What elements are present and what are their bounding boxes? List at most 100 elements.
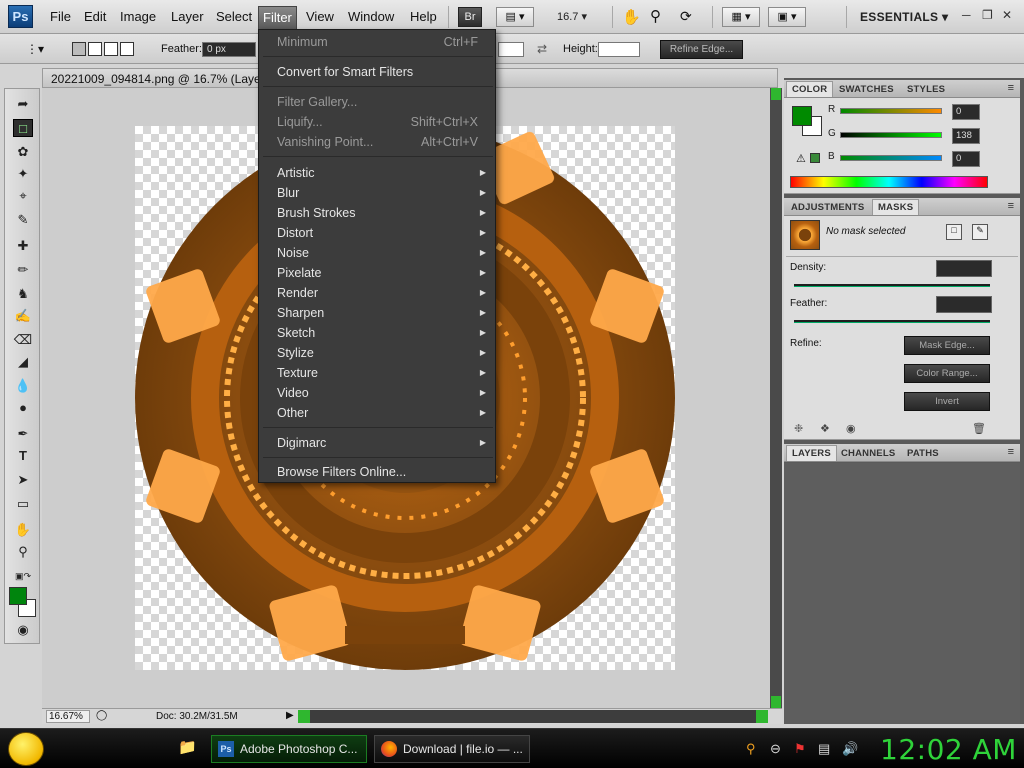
- refine-edge-button[interactable]: Refine Edge...: [660, 40, 743, 59]
- tab-color[interactable]: COLOR: [786, 81, 834, 97]
- tab-swatches[interactable]: SWATCHES: [834, 82, 899, 98]
- mask-edge-button[interactable]: Mask Edge...: [904, 336, 990, 355]
- zoom-tool-icon[interactable]: ⚲: [650, 7, 661, 25]
- blue-slider[interactable]: [840, 155, 942, 161]
- scroll-right-button[interactable]: [756, 710, 768, 723]
- type-tool-icon[interactable]: T: [13, 447, 33, 465]
- close-icon[interactable]: ✕: [1002, 8, 1012, 22]
- taskbar-browser-button[interactable]: Download | file.io — ...: [374, 735, 530, 763]
- width-input[interactable]: [498, 42, 524, 57]
- menu-item-stylize[interactable]: Stylize ▶: [259, 343, 495, 363]
- folder-icon[interactable]: 📁: [178, 738, 197, 756]
- feather-input[interactable]: 0 px: [202, 42, 256, 57]
- foreground-color-swatch[interactable]: [9, 587, 27, 605]
- gradient-tool-icon[interactable]: ◢: [13, 353, 33, 371]
- photoshop-logo-icon[interactable]: Ps: [8, 5, 33, 28]
- red-slider[interactable]: [840, 108, 942, 114]
- tab-paths[interactable]: PATHS: [902, 446, 944, 462]
- lasso-tool-icon[interactable]: ✿: [13, 143, 33, 161]
- scroll-left-button[interactable]: [298, 710, 310, 723]
- menu-item-blur[interactable]: Blur ▶: [259, 183, 495, 203]
- hand-tool-icon[interactable]: ✋: [13, 521, 33, 539]
- clone-stamp-tool-icon[interactable]: ♞: [13, 285, 33, 303]
- color-range-button[interactable]: Color Range...: [904, 364, 990, 383]
- green-value[interactable]: 138: [952, 128, 980, 144]
- menu-item-sketch[interactable]: Sketch ▶: [259, 323, 495, 343]
- red-value[interactable]: 0: [952, 104, 980, 120]
- menu-item-vanishing-point[interactable]: Vanishing Point... Alt+Ctrl+V: [259, 132, 495, 152]
- magic-wand-tool-icon[interactable]: ✦: [13, 165, 33, 183]
- shape-tool-icon[interactable]: ▭: [13, 495, 33, 513]
- brush-tool-icon[interactable]: ✏: [13, 261, 33, 279]
- mask-feather-slider[interactable]: [794, 320, 990, 323]
- add-pixel-mask-icon[interactable]: □: [946, 224, 962, 240]
- menu-item-video[interactable]: Video ▶: [259, 383, 495, 403]
- action-center-icon[interactable]: ⚑: [794, 741, 806, 757]
- taskbar-photoshop-button[interactable]: Ps Adobe Photoshop C...: [211, 735, 367, 763]
- toggle-mask-icon[interactable]: ◉: [846, 422, 856, 435]
- panel-menu-icon[interactable]: ≡: [1008, 82, 1014, 94]
- default-colors-icon[interactable]: ▣↷: [13, 567, 33, 585]
- eraser-tool-icon[interactable]: ⌫: [13, 331, 33, 349]
- move-tool-icon[interactable]: ➦: [13, 95, 33, 113]
- density-input[interactable]: [936, 260, 992, 277]
- menu-filter[interactable]: Filter: [258, 6, 297, 30]
- network-icon[interactable]: ▤: [818, 741, 830, 757]
- add-vector-mask-icon[interactable]: ✎: [972, 224, 988, 240]
- speaker-icon[interactable]: 🔊: [842, 741, 858, 757]
- restore-icon[interactable]: ❐: [982, 8, 993, 22]
- gamut-warning-icon[interactable]: ⚠: [796, 152, 806, 165]
- menu-item-sharpen[interactable]: Sharpen ▶: [259, 303, 495, 323]
- history-brush-tool-icon[interactable]: ✍: [13, 307, 33, 325]
- scroll-up-button[interactable]: [771, 88, 781, 100]
- menu-item-other[interactable]: Other ▶: [259, 403, 495, 423]
- screen-mode-button[interactable]: ▣ ▾: [768, 7, 806, 27]
- minimize-icon[interactable]: ─: [962, 8, 971, 22]
- vertical-scrollbar[interactable]: [770, 88, 782, 708]
- menu-item-render[interactable]: Render ▶: [259, 283, 495, 303]
- menu-select[interactable]: Select: [216, 9, 252, 24]
- menu-item-distort[interactable]: Distort ▶: [259, 223, 495, 243]
- intersect-selection-icon[interactable]: [120, 42, 134, 56]
- menu-item-digimarc[interactable]: Digimarc ▶: [259, 433, 495, 453]
- foreground-color-chip[interactable]: [792, 106, 812, 126]
- gamut-color-chip[interactable]: [810, 153, 820, 163]
- new-selection-icon[interactable]: [72, 42, 86, 56]
- hand-tool-icon[interactable]: ✋: [622, 8, 641, 26]
- invert-button[interactable]: Invert: [904, 392, 990, 411]
- color-spectrum-bar[interactable]: [790, 176, 988, 188]
- scroll-down-button[interactable]: [771, 696, 781, 708]
- layers-panel[interactable]: [784, 463, 1020, 724]
- menu-item-browse-filters-online[interactable]: Browse Filters Online...: [259, 462, 495, 482]
- zoom-tool-icon[interactable]: ⚲: [13, 543, 33, 561]
- status-menu-arrow-icon[interactable]: ▶: [286, 710, 294, 721]
- view-extras-button[interactable]: ▤ ▾: [496, 7, 534, 27]
- apply-mask-icon[interactable]: ❖: [820, 422, 830, 435]
- green-slider[interactable]: [840, 132, 942, 138]
- add-selection-icon[interactable]: [88, 42, 102, 56]
- tab-masks[interactable]: MASKS: [872, 199, 920, 215]
- workspace-switcher[interactable]: ESSENTIALS ▾: [860, 10, 948, 24]
- panel-menu-icon[interactable]: ≡: [1008, 200, 1014, 212]
- menu-window[interactable]: Window: [348, 9, 394, 24]
- zoom-level-select[interactable]: 16.7 ▾: [557, 10, 587, 23]
- menu-item-minimum[interactable]: Minimum Ctrl+F: [259, 32, 495, 52]
- dodge-tool-icon[interactable]: ●: [13, 399, 33, 417]
- menu-item-filter-gallery[interactable]: Filter Gallery...: [259, 92, 495, 112]
- menu-item-liquify[interactable]: Liquify... Shift+Ctrl+X: [259, 112, 495, 132]
- blue-value[interactable]: 0: [952, 151, 980, 167]
- menu-item-artistic[interactable]: Artistic ▶: [259, 163, 495, 183]
- search-icon[interactable]: ⚲: [746, 741, 756, 757]
- status-info-icon[interactable]: ◯: [96, 710, 107, 721]
- start-button-smiley-icon[interactable]: [8, 732, 44, 766]
- bridge-button[interactable]: Br: [458, 7, 482, 27]
- height-input[interactable]: [598, 42, 640, 57]
- menu-view[interactable]: View: [306, 9, 334, 24]
- menu-item-noise[interactable]: Noise ▶: [259, 243, 495, 263]
- menu-file[interactable]: File: [50, 9, 71, 24]
- eyedropper-tool-icon[interactable]: ✎: [13, 211, 33, 229]
- marquee-tool-icon[interactable]: □: [13, 119, 33, 137]
- density-slider[interactable]: [794, 284, 990, 287]
- mask-feather-input[interactable]: [936, 296, 992, 313]
- menu-image[interactable]: Image: [120, 9, 156, 24]
